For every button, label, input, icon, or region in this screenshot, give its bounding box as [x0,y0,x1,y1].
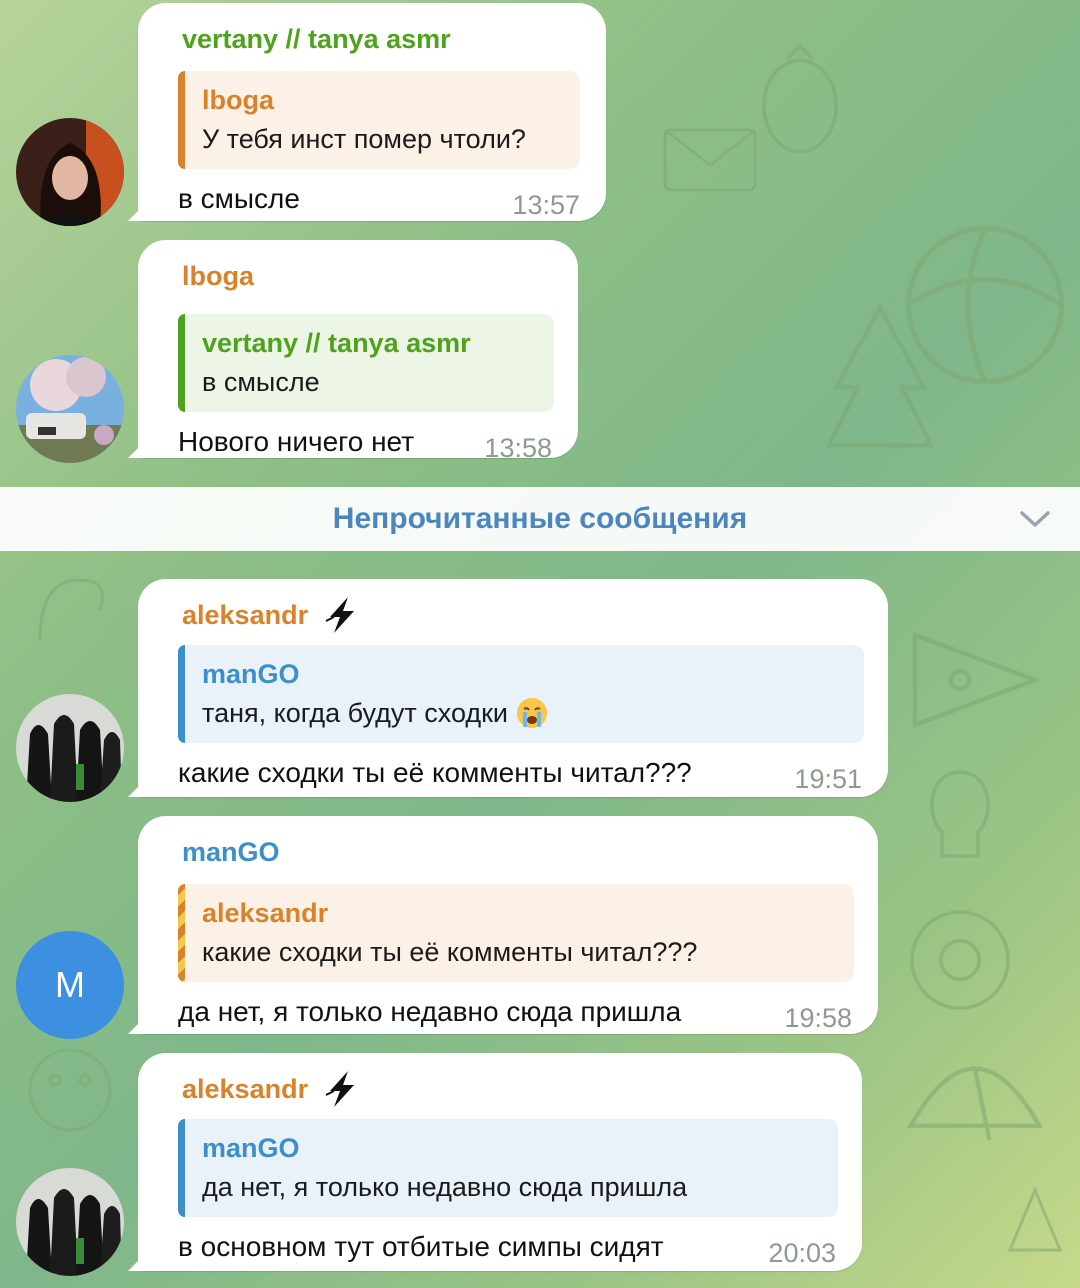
chevron-down-icon[interactable] [1018,505,1052,533]
sender-name-text: aleksandr [182,1074,309,1104]
message-body: в основном тут отбитые симпы сидят 20:03 [178,1227,836,1268]
message-time: 13:57 [512,190,580,220]
avatar-mango[interactable]: M [16,931,124,1039]
unread-messages-divider: Непрочитанные сообщения [0,487,1080,551]
reply-quote[interactable]: manGO таня, когда будут сходки [178,645,864,743]
avatar-aleksandr[interactable] [16,694,124,802]
reply-quote[interactable]: manGO да нет, я только недавно сюда приш… [178,1119,838,1217]
avatar-letter: M [55,964,85,1005]
unread-label: Непрочитанные сообщения [332,502,748,535]
message-bubble[interactable]: aleksandr manGO да нет, я только недавно… [138,1053,862,1271]
avatar-aleksandr[interactable] [16,1168,124,1276]
message-body: Нового ничего нет 13:58 [178,422,552,463]
reply-text: какие сходки ты её комменты читал??? [202,937,698,967]
sender-name-text: aleksandr [182,600,309,630]
reply-author: manGO [202,659,300,689]
message-text: Нового ничего нет [178,426,415,457]
reply-text: да нет, я только недавно сюда пришла [202,1172,688,1202]
sender-name[interactable]: vertany // tanya asmr [182,21,580,57]
message-time: 13:58 [484,433,552,463]
reply-author: vertany // tanya asmr [202,328,471,358]
message-bubble[interactable]: manGO aleksandr какие сходки ты её комме… [138,816,878,1034]
avatar-vertany[interactable] [16,118,124,226]
crying-face-emoji-icon [517,698,548,728]
reply-text: в смысле [202,367,320,397]
sender-name[interactable]: lboga [182,258,552,294]
reply-author: lboga [202,85,274,115]
reply-quote[interactable]: aleksandr какие сходки ты её комменты чи… [178,884,854,982]
reply-author: manGO [202,1133,300,1163]
sender-name[interactable]: aleksandr [182,597,862,633]
message-bubble[interactable]: lboga vertany // tanya asmr в смысле Нов… [138,240,578,463]
message-body: да нет, я только недавно сюда пришла 19:… [178,992,852,1033]
message-body: в смысле 13:57 [178,179,580,220]
message-time: 20:03 [768,1238,836,1268]
reply-text-row: таня, когда будут сходки [202,693,846,733]
reply-quote[interactable]: vertany // tanya asmr в смысле [178,314,554,412]
message-time: 19:51 [794,764,862,794]
message-text: в основном тут отбитые симпы сидят [178,1231,664,1262]
reply-author: aleksandr [202,898,329,928]
message-text: какие сходки ты её комменты читал??? [178,757,692,788]
reply-quote[interactable]: lboga У тебя инст помер чтоли? [178,71,580,169]
lightning-bolt-icon [325,597,355,633]
sender-name[interactable]: aleksandr [182,1071,836,1107]
message-text: да нет, я только недавно сюда пришла [178,996,682,1027]
reply-text: таня, когда будут сходки [202,698,509,728]
reply-text: У тебя инст помер чтоли? [202,124,526,154]
message-text: в смысле [178,183,300,214]
message-bubble[interactable]: aleksandr manGO таня, когда будут сходки [138,579,888,797]
message-bubble[interactable]: vertany // tanya asmr lboga У тебя инст … [138,3,606,221]
lightning-bolt-icon [325,1071,355,1107]
message-time: 19:58 [784,1003,852,1033]
avatar-lboga[interactable] [16,355,124,463]
message-body: какие сходки ты её комменты читал??? 19:… [178,753,862,794]
sender-name[interactable]: manGO [182,834,852,870]
